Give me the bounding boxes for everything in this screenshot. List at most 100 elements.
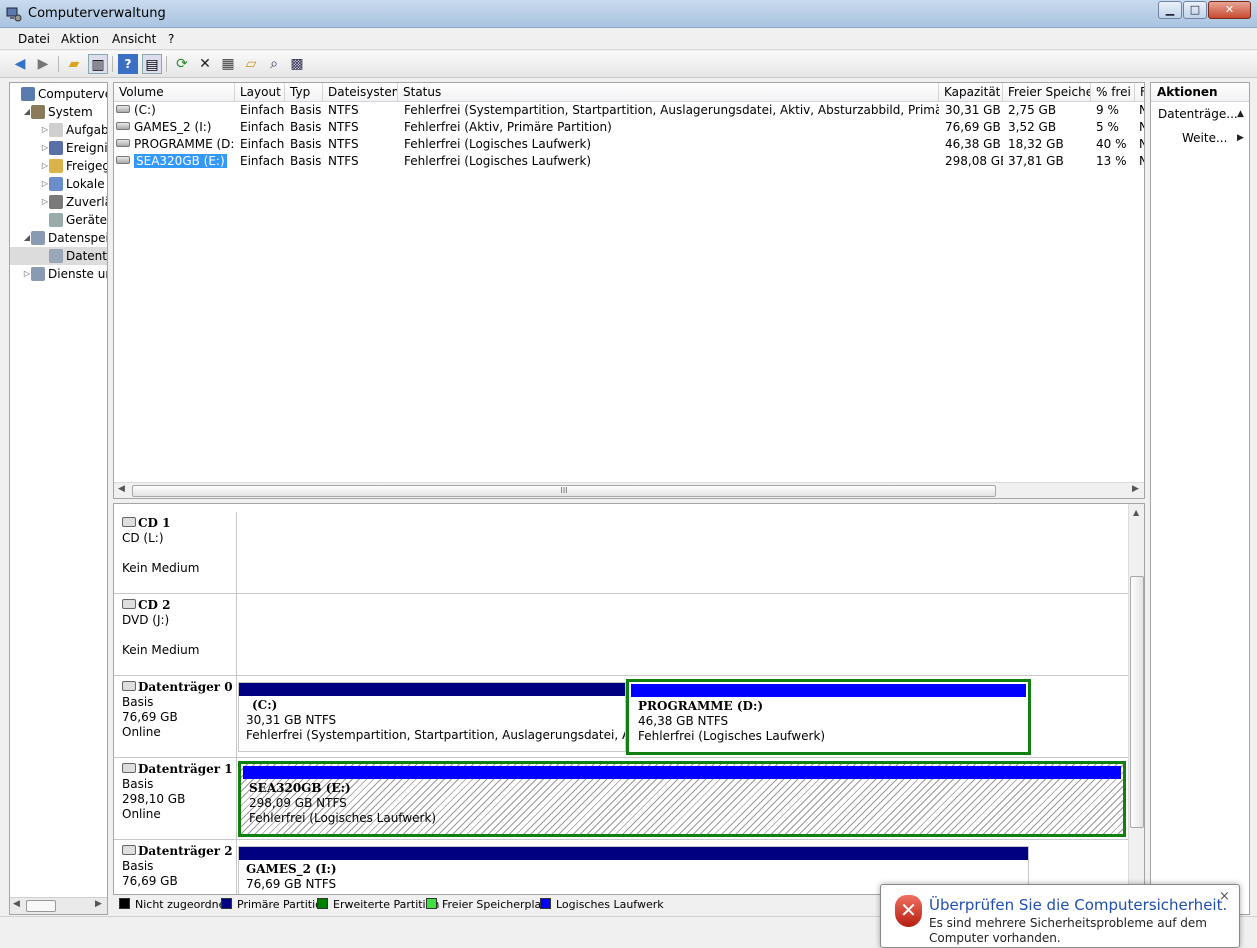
tree-item[interactable]: Computerverwaltung (Lokal) [10,85,107,103]
column-header-typ[interactable]: Typ [285,83,323,102]
table-row[interactable]: SEA320GB (E:) Einfach Basis NTFS Fehlerfrei … [114,153,1144,170]
tree-item[interactable]: Datenträgerverwaltung [10,247,107,265]
tools-icon [31,105,45,119]
partition-size: 298,09 GB NTFS [249,796,347,810]
tree-item[interactable]: ▷Zuverlässigkeit und Leistung [10,193,108,211]
submenu-arrow-icon[interactable]: ▶ [1237,133,1244,143]
search-icon[interactable]: ⌕ [264,54,284,74]
column-header-dateisystem[interactable]: Dateisystem [323,83,398,102]
table-cell-prozent: 5 % [1096,120,1119,134]
disk-info-cd1[interactable]: CD 1 CD (L:) Kein Medium [114,512,237,593]
volume-list-horizontal-scrollbar[interactable]: ◀ III ▶ [114,482,1144,498]
table-cell-layout: Einfach [240,154,285,168]
forward-arrow-icon[interactable]: ▶ [33,54,53,74]
delete-icon[interactable]: ✕ [195,54,215,74]
tree-item[interactable]: ◢Datenspeicher [10,229,107,247]
volume-name: (C:) [134,103,156,117]
table-cell-status: Fehlerfrei (Logisches Laufwerk) [404,154,592,168]
tree-horizontal-scrollbar[interactable]: ◀ ▶ [10,897,107,914]
toolbar-separator [58,56,59,72]
partition-status: Fehlerfrei (Logisches Laufwerk) [249,811,437,825]
tree-item[interactable]: ▷Lokale Benutzer und Gruppen [10,175,107,193]
show-tree-icon[interactable]: ▥ [88,54,108,74]
table-row[interactable]: GAMES_2 (I:) Einfach Basis NTFS Fehlerfrei (… [114,119,1144,136]
tree-item-label: Zuverlässigkeit und Leistung [66,195,108,209]
scroll-up-arrow-icon[interactable]: ▲ [1133,508,1139,517]
disk-info-1[interactable]: Datenträger 1 Basis 298,10 GB Online [114,758,237,839]
close-button[interactable]: ✕ [1208,1,1251,19]
show-hide-actions-icon[interactable]: ▤ [142,54,162,74]
table-row[interactable]: (C:) Einfach Basis NTFS Fehlerfrei (Systempa… [114,102,1144,119]
up-folder-icon[interactable]: ▰ [64,54,84,74]
services-icon [31,267,45,281]
column-header-prozent-frei[interactable]: % frei [1091,83,1135,102]
toolbar-separator [166,56,167,72]
disk-name: Datenträger 2 [138,844,233,858]
column-header-freier-speicher[interactable]: Freier Speicher [1003,83,1091,102]
volume-name: GAMES_2 (I:) [134,120,212,134]
scroll-right-arrow-icon[interactable]: ▶ [95,899,102,909]
scroll-left-arrow-icon[interactable]: ◀ [118,484,125,494]
tree-item[interactable]: Geräte-Manager [10,211,107,229]
column-header-f[interactable]: F [1135,83,1144,102]
menu-ansicht[interactable]: Ansicht [112,32,156,46]
table-cell-status: Fehlerfrei (Aktiv, Primäre Partition) [404,120,612,134]
notification-close-button[interactable]: × [1219,889,1230,904]
title-bar[interactable]: Computerverwaltung ▁ □ ✕ [0,0,1257,28]
tree-item[interactable]: ▷Ereignisanzeige [10,139,107,157]
disk-name: CD 1 [138,516,171,530]
disk-info-cd2[interactable]: CD 2 DVD (J:) Kein Medium [114,594,237,675]
scroll-left-arrow-icon[interactable]: ◀ [13,899,20,909]
partition-name: GAMES_2 (I:) [246,862,337,876]
collapse-arrow-icon[interactable]: ▲ [1237,109,1244,119]
disk-graphical-view: CD 1 CD (L:) Kein Medium CD 2 DVD (J:) K… [113,503,1145,895]
menu-help[interactable]: ? [168,32,174,46]
security-notification-balloon[interactable]: ✕ Überprüfen Sie die Computersicherheit.… [880,884,1240,948]
table-cell-frei: 37,81 GB [1008,154,1064,168]
navigation-tree: Computerverwaltung (Lokal) ◢System▷Aufgab… [9,82,108,915]
cd-drive-icon [122,517,136,527]
help-icon[interactable]: ? [118,54,138,74]
scroll-right-arrow-icon[interactable]: ▶ [1132,484,1139,494]
more-icon[interactable]: ▩ [287,54,307,74]
table-cell-layout: Einfach [240,137,285,151]
tree-scroll-thumb[interactable] [26,900,56,912]
legend-logical-drive: Logisches Laufwerk [540,898,664,911]
refresh-icon[interactable]: ⟳ [172,54,192,74]
menu-datei[interactable]: Datei [18,32,50,46]
partition-e[interactable]: SEA320GB (E:) 298,09 GB NTFS Fehlerfrei … [238,761,1126,837]
table-row[interactable]: PROGRAMME (D:) Einfach Basis NTFS Fehlerfrei… [114,136,1144,153]
disk-scroll-thumb[interactable] [1130,576,1144,828]
tree-item[interactable]: ▷Aufgabenplanung [10,121,107,139]
table-cell-typ: Basis [290,103,322,117]
maximize-button[interactable]: □ [1183,1,1207,19]
legend-label: Erweiterte Partition [333,898,440,911]
properties-icon[interactable]: ▦ [218,54,238,74]
legend-label: Primäre Partition [237,898,329,911]
disk-info-0[interactable]: Datenträger 0 Basis 76,69 GB Online [114,676,237,757]
disk-vertical-scrollbar[interactable]: ▲ [1128,504,1144,894]
column-header-layout[interactable]: Layout [235,83,285,102]
volume-scroll-thumb[interactable]: III [132,485,996,497]
tree-item[interactable]: ◢ System [10,103,107,121]
column-header-kapazitaet[interactable]: Kapazität [939,83,1003,102]
column-header-volume[interactable]: Volume [114,83,235,102]
minimize-button[interactable]: ▁ [1158,1,1182,19]
tree-item[interactable]: ▷Dienste und Anwendungen [10,265,107,283]
table-cell-frei: 18,32 GB [1008,137,1064,151]
notification-title[interactable]: Überprüfen Sie die Computersicherheit. [929,896,1227,914]
back-arrow-icon[interactable]: ◀ [10,54,30,74]
partition-c[interactable]: (C:) 30,31 GB NTFS Fehlerfrei (Systempar… [238,682,626,752]
tree-item[interactable]: ▷Freigegebene Ordner [10,157,107,175]
table-cell-volume: SEA320GB (E:) [116,153,235,170]
action-datentraeger[interactable]: Datenträge... [1158,107,1238,121]
table-cell-volume: (C:) [116,102,235,119]
column-header-status[interactable]: Status [398,83,939,102]
disk-info-2[interactable]: Datenträger 2 Basis 76,69 GB [114,840,237,894]
menu-aktion[interactable]: Aktion [61,32,99,46]
disk-name: Datenträger 0 [138,680,233,694]
partition-d[interactable]: PROGRAMME (D:) 46,38 GB NTFS Fehlerfrei … [626,679,1031,755]
open-icon[interactable]: ▱ [241,54,261,74]
action-weitere[interactable]: Weite... [1182,131,1227,145]
notification-text: Es sind mehrere Sicherheitsprobleme auf … [929,916,1207,945]
